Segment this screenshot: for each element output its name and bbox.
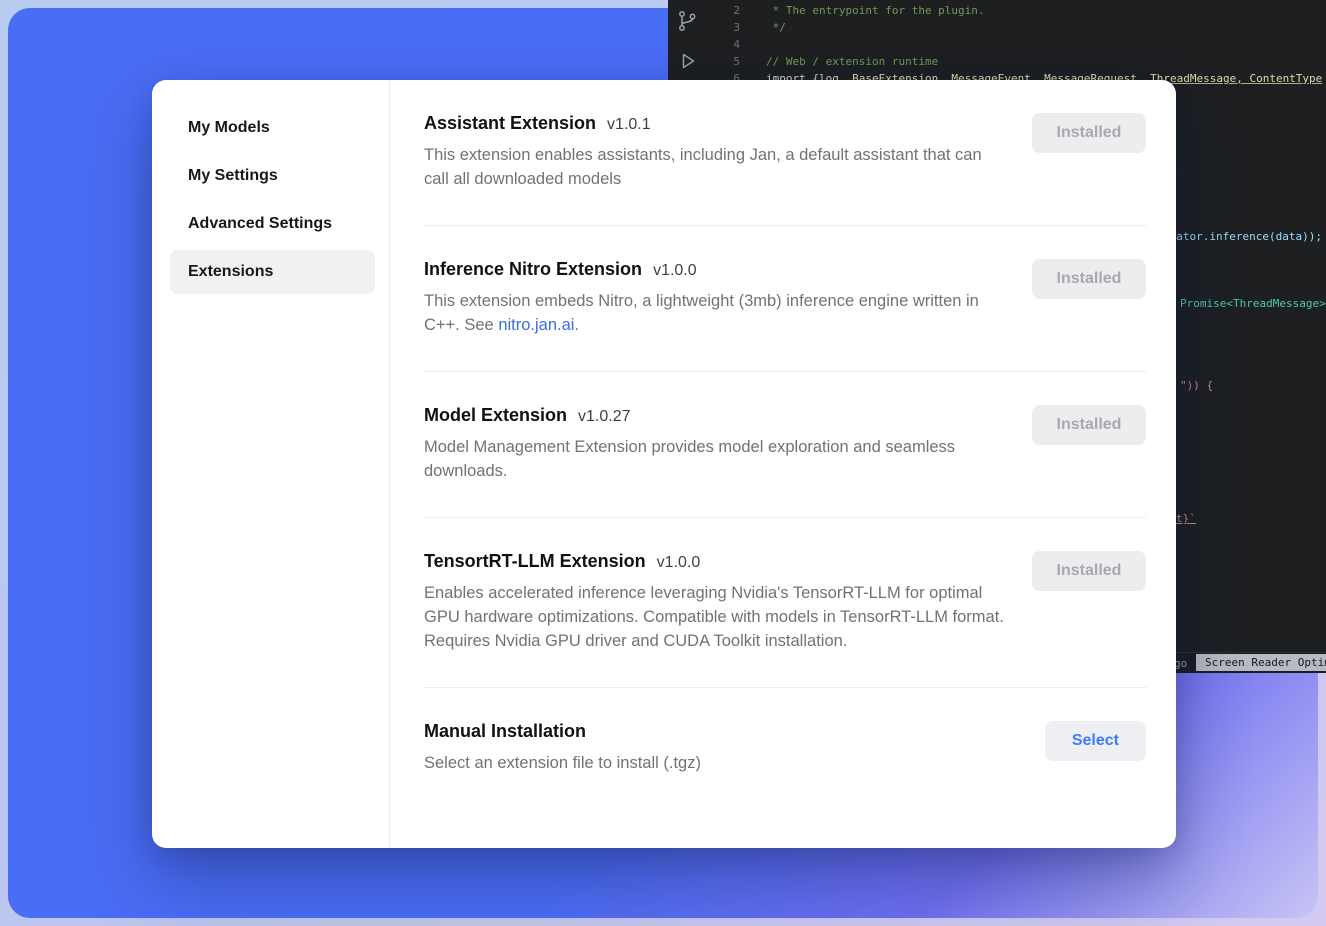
manual-installation-row: Manual Installation Select an extension … [424,688,1146,809]
screen-reader-chip: Screen Reader Optimize [1196,654,1326,671]
installed-button[interactable]: Installed [1032,259,1146,299]
extension-version: v1.0.0 [653,262,697,280]
extension-description: Enables accelerated inference leveraging… [424,581,1008,653]
extension-description: This extension embeds Nitro, a lightweig… [424,289,1008,337]
installed-button[interactable]: Installed [1032,405,1146,445]
settings-sidebar: My Models My Settings Advanced Settings … [152,80,390,848]
run-debug-icon [675,49,699,73]
code-text: // Web / extension runtime [766,53,938,70]
installed-button[interactable]: Installed [1032,113,1146,153]
extension-row-tensorrt: TensortRT-LLM Extension v1.0.0 Enables a… [424,518,1146,688]
code-line: 3 */ [702,19,1326,36]
extension-title: TensortRT-LLM Extension [424,551,646,572]
sidebar-item-my-models[interactable]: My Models [170,106,375,150]
code-lines: 2 * The entrypoint for the plugin. 3 */ … [702,2,1326,87]
extension-row-model: Model Extension v1.0.27 Model Management… [424,372,1146,518]
line-number: 4 [702,36,740,53]
installed-button[interactable]: Installed [1032,551,1146,591]
extension-version: v1.0.1 [607,116,651,134]
select-file-button[interactable]: Select [1045,721,1146,761]
code-fragment: ")) { [1180,378,1213,393]
code-line: 4 [702,36,1326,53]
code-fragment: t}` [1176,511,1196,526]
code-text: */ [766,19,786,36]
extension-title: Manual Installation [424,721,586,742]
activity-bar [675,9,699,73]
sidebar-item-extensions[interactable]: Extensions [170,250,375,294]
line-number: 3 [702,19,740,36]
code-line: 2 * The entrypoint for the plugin. [702,2,1326,19]
extension-description: This extension enables assistants, inclu… [424,143,1008,191]
extension-version: v1.0.27 [578,408,630,426]
settings-modal: My Models My Settings Advanced Settings … [152,80,1176,848]
code-fragment: Promise<ThreadMessage> [1180,296,1326,311]
extension-title: Assistant Extension [424,113,596,134]
extensions-list: Assistant Extension v1.0.1 This extensio… [390,80,1176,848]
code-text: * The entrypoint for the plugin. [766,2,985,19]
extension-row-assistant: Assistant Extension v1.0.1 This extensio… [424,80,1146,226]
code-line: 5 // Web / extension runtime [702,53,1326,70]
line-number: 2 [702,2,740,19]
extension-row-nitro: Inference Nitro Extension v1.0.0 This ex… [424,226,1146,372]
code-fragment: rator.inference(data)); [1170,229,1322,244]
extension-description: Model Management Extension provides mode… [424,435,1008,483]
extension-description: Select an extension file to install (.tg… [424,751,701,775]
extension-version: v1.0.0 [657,554,701,572]
extension-title: Model Extension [424,405,567,426]
sidebar-item-my-settings[interactable]: My Settings [170,154,375,198]
source-control-icon [675,9,699,33]
nitro-link[interactable]: nitro.jan.ai [498,316,574,334]
sidebar-item-advanced-settings[interactable]: Advanced Settings [170,202,375,246]
extension-title: Inference Nitro Extension [424,259,642,280]
line-number: 5 [702,53,740,70]
